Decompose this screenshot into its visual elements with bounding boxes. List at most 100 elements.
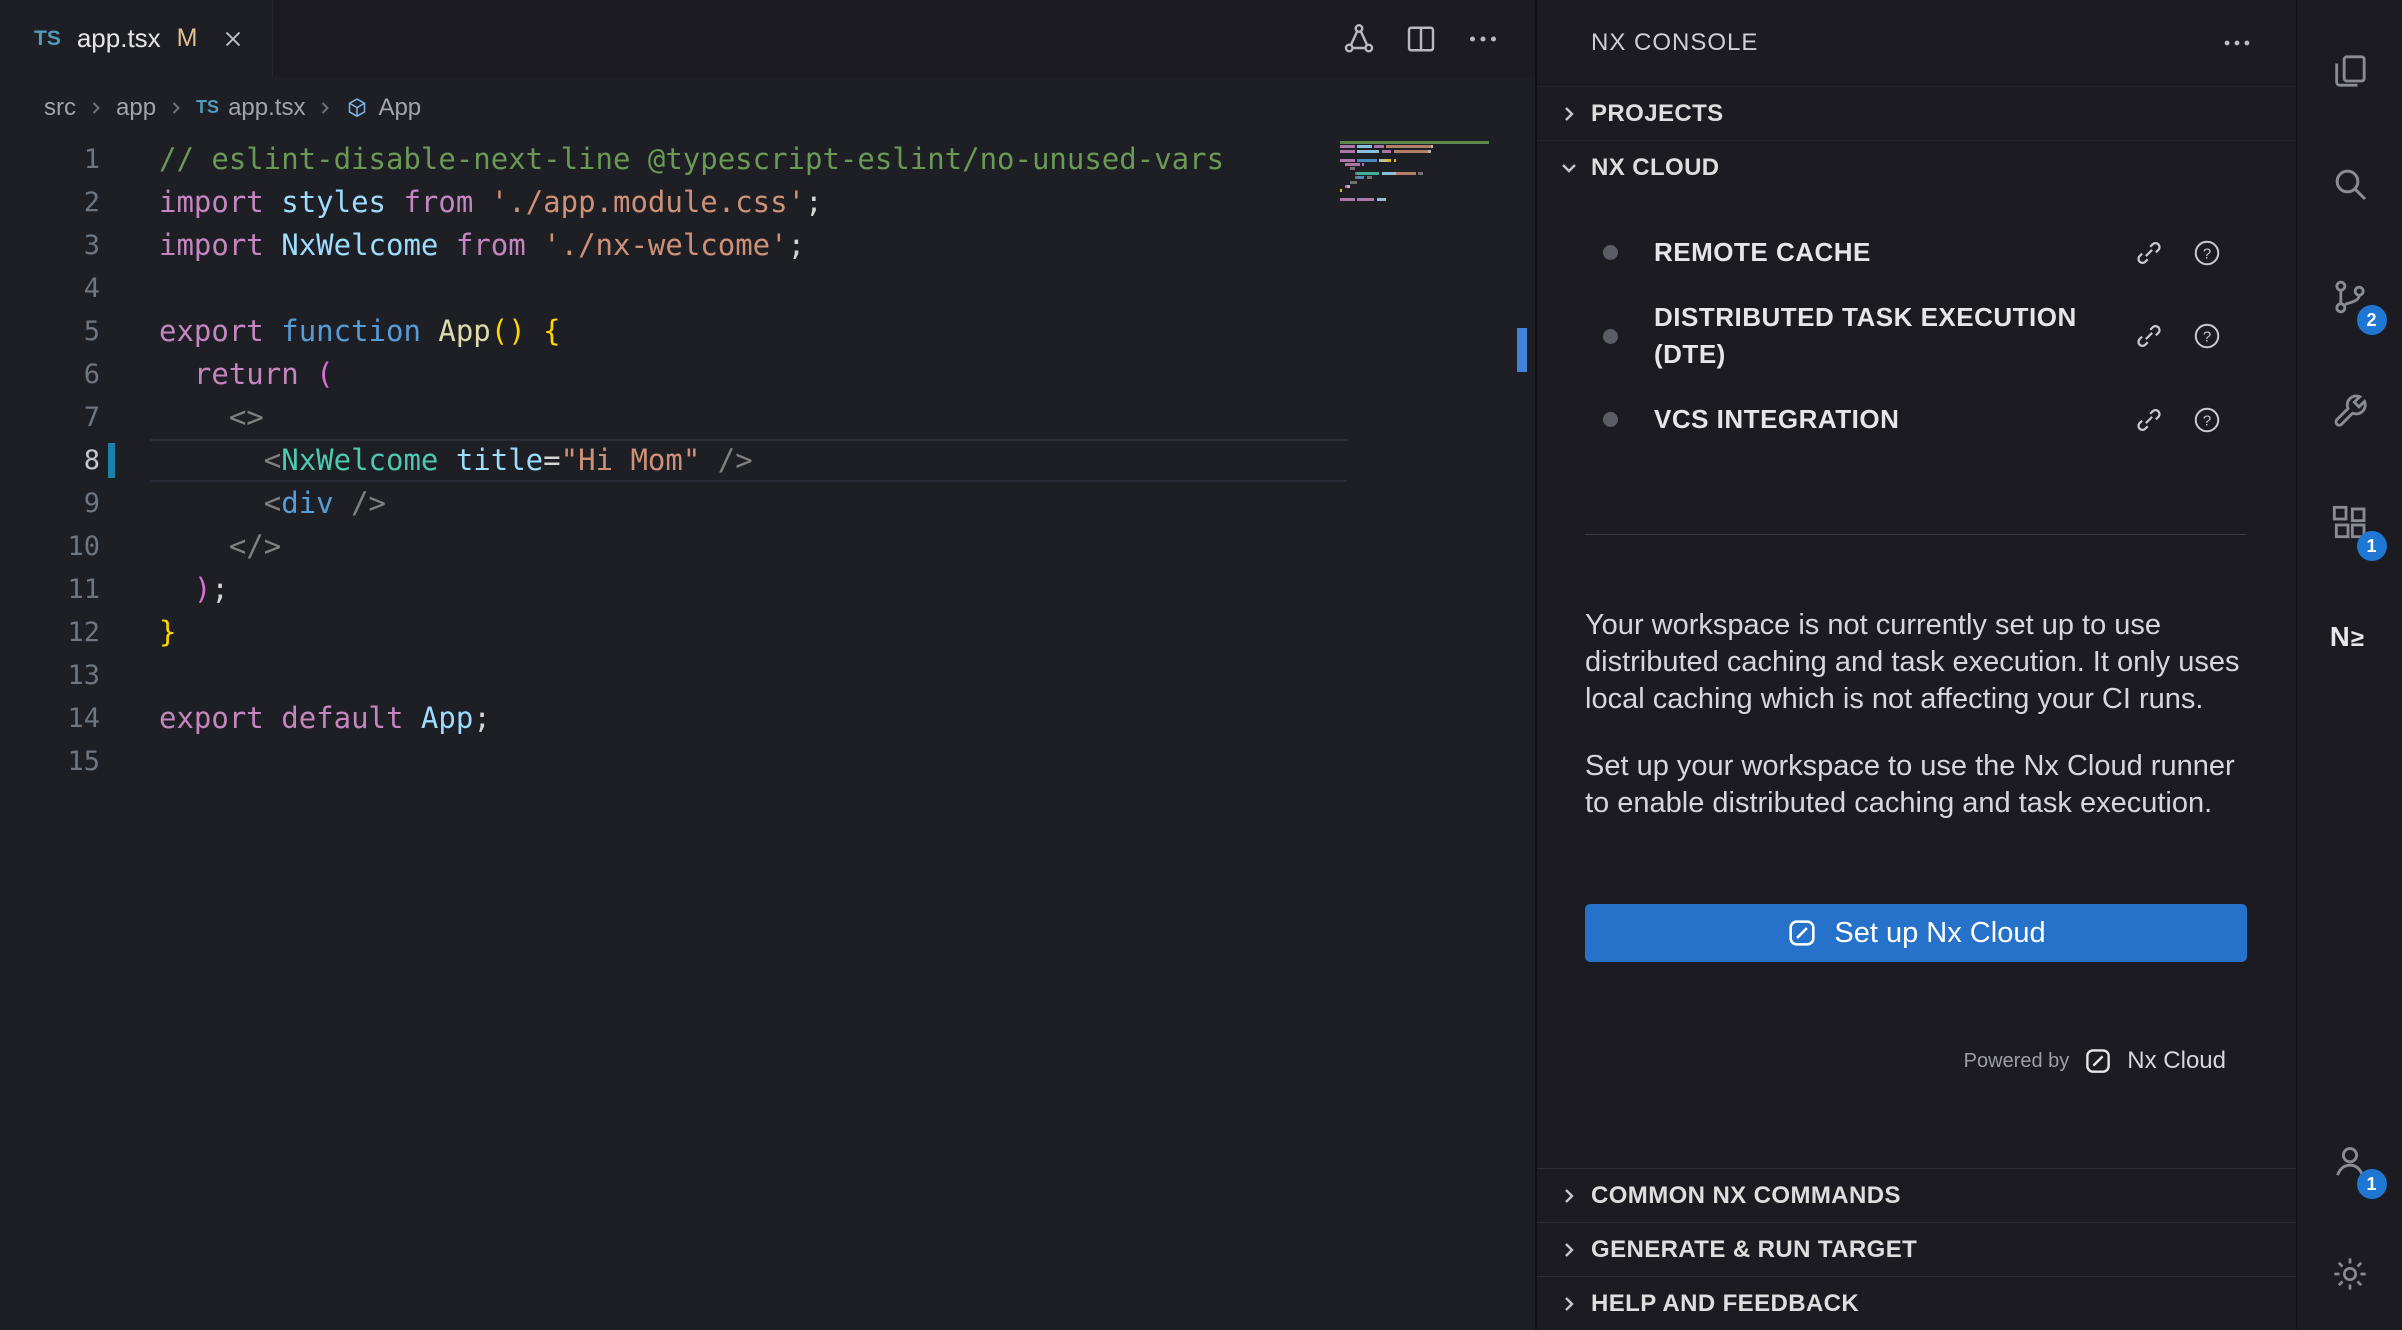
code-line[interactable]: 11 );: [0, 568, 1535, 611]
bullet-icon: [1603, 245, 1618, 260]
editor-tab-bar: TS app.tsx M: [0, 0, 1535, 77]
svg-text:?: ?: [2203, 412, 2211, 429]
breadcrumb-file[interactable]: TS app.tsx: [196, 94, 305, 122]
nx-graph-icon[interactable]: [1341, 21, 1377, 57]
line-number[interactable]: 8: [0, 439, 100, 482]
files-activity-item[interactable]: [2297, 14, 2402, 127]
chevron-right-icon: [86, 98, 106, 118]
breadcrumb-app[interactable]: app: [116, 94, 156, 122]
line-number[interactable]: 12: [0, 611, 100, 654]
line-number[interactable]: 9: [0, 482, 100, 525]
activity-bar-top: 2 1 N≥: [2297, 14, 2402, 692]
feature-label: VCS INTEGRATION: [1654, 401, 2094, 438]
chevron-right-icon: [1557, 1292, 1581, 1316]
code-text: export function App() {: [159, 310, 561, 353]
link-icon[interactable]: [2134, 238, 2164, 268]
breadcrumb-symbol-app[interactable]: App: [345, 94, 421, 122]
breadcrumb-label: app.tsx: [228, 94, 305, 122]
breadcrumb-src[interactable]: src: [44, 94, 76, 122]
code-line[interactable]: 15: [0, 740, 1535, 783]
chevron-down-icon: [1557, 156, 1581, 180]
link-icon[interactable]: [2134, 405, 2164, 435]
nx-console-panel: NX CONSOLE PROJECTS NX CLOUD REMOTE CACH…: [1536, 0, 2296, 1330]
powered-by-row: Powered by Nx Cloud: [1537, 1046, 2296, 1076]
overview-ruler-modified-marker: [1517, 328, 1527, 372]
code-line[interactable]: 13: [0, 654, 1535, 697]
vscode-window: TS app.tsx M src: [0, 0, 2402, 1330]
close-icon[interactable]: [220, 26, 246, 52]
line-number[interactable]: 5: [0, 310, 100, 353]
svg-text:?: ?: [2203, 328, 2211, 345]
nx-cloud-description: Your workspace is not currently set up t…: [1585, 607, 2246, 822]
chevron-right-icon: [166, 98, 186, 118]
setup-nx-cloud-button[interactable]: Set up Nx Cloud: [1585, 904, 2247, 962]
code-line[interactable]: 9 <div />: [0, 482, 1535, 525]
feature-actions: ?: [2134, 321, 2222, 351]
nx-console-icon: N≥: [2328, 614, 2372, 658]
more-actions-icon[interactable]: [2220, 26, 2254, 60]
section-label: GENERATE & RUN TARGET: [1591, 1236, 1917, 1264]
line-number[interactable]: 11: [0, 568, 100, 611]
line-number[interactable]: 3: [0, 224, 100, 267]
split-editor-icon[interactable]: [1403, 21, 1439, 57]
files-icon: [2330, 51, 2370, 91]
section-label: HELP AND FEEDBACK: [1591, 1290, 1859, 1318]
code-line[interactable]: 8 <NxWelcome title="Hi Mom" />: [0, 439, 1535, 482]
line-number[interactable]: 7: [0, 396, 100, 439]
line-number[interactable]: 4: [0, 267, 100, 310]
current-line-highlight: [150, 439, 1347, 482]
tab-app-tsx[interactable]: TS app.tsx M: [0, 0, 273, 77]
badge: 1: [2357, 531, 2387, 561]
section-projects[interactable]: PROJECTS: [1537, 86, 2296, 140]
code-line[interactable]: 14 export default App;: [0, 697, 1535, 740]
search-activity-item[interactable]: [2297, 127, 2402, 240]
code-editor[interactable]: 1 // eslint-disable-next-line @typescrip…: [0, 138, 1535, 1330]
code-text: import styles from './app.module.css';: [159, 181, 823, 224]
line-number[interactable]: 14: [0, 697, 100, 740]
section-generate-run-target[interactable]: GENERATE & RUN TARGET: [1537, 1222, 2296, 1276]
section-common-nx-commands[interactable]: COMMON NX COMMANDS: [1537, 1168, 2296, 1222]
typescript-file-icon: TS: [196, 97, 219, 118]
section-label: COMMON NX COMMANDS: [1591, 1182, 1901, 1210]
code-line[interactable]: 4: [0, 267, 1535, 310]
help-icon[interactable]: ?: [2192, 405, 2222, 435]
nx-cloud-section-body: REMOTE CACHE ? DISTRIBUTED TASK EXECUTIO…: [1537, 194, 2296, 1076]
source-control-activity-item[interactable]: 2: [2297, 240, 2402, 353]
code-text: }: [159, 611, 176, 654]
breadcrumb-label: src: [44, 94, 76, 122]
code-line[interactable]: 6 return (: [0, 353, 1535, 396]
code-line[interactable]: 3 import NxWelcome from './nx-welcome';: [0, 224, 1535, 267]
editor-title-actions: [1341, 0, 1535, 77]
link-icon[interactable]: [2134, 321, 2164, 351]
breadcrumb-label: app: [116, 94, 156, 122]
section-help-and-feedback[interactable]: HELP AND FEEDBACK: [1537, 1276, 2296, 1330]
chevron-right-icon: [1557, 1238, 1581, 1262]
account-activity-item[interactable]: 1: [2297, 1104, 2402, 1217]
code-line[interactable]: 10 </>: [0, 525, 1535, 568]
activity-bar-bottom: 1: [2297, 1104, 2402, 1330]
settings-gear-activity-item[interactable]: [2297, 1217, 2402, 1330]
code-line[interactable]: 5 export function App() {: [0, 310, 1535, 353]
line-number[interactable]: 2: [0, 181, 100, 224]
setup-button-label: Set up Nx Cloud: [1834, 917, 2045, 950]
code-line[interactable]: 2 import styles from './app.module.css';: [0, 181, 1535, 224]
more-actions-icon[interactable]: [1465, 21, 1501, 57]
minimap[interactable]: [1340, 141, 1505, 207]
help-icon[interactable]: ?: [2192, 238, 2222, 268]
tools-activity-item[interactable]: [2297, 353, 2402, 466]
code-line[interactable]: 7 <>: [0, 396, 1535, 439]
line-number[interactable]: 1: [0, 138, 100, 181]
nx-console-activity-item[interactable]: N≥: [2297, 579, 2402, 692]
line-number[interactable]: 10: [0, 525, 100, 568]
nx-cloud-feature-row: DISTRIBUTED TASK EXECUTION (DTE) ?: [1537, 285, 2296, 387]
line-number[interactable]: 13: [0, 654, 100, 697]
section-nx-cloud[interactable]: NX CLOUD: [1537, 140, 2296, 194]
line-number[interactable]: 15: [0, 740, 100, 783]
code-line[interactable]: 1 // eslint-disable-next-line @typescrip…: [0, 138, 1535, 181]
section-label: PROJECTS: [1591, 100, 1724, 128]
line-number[interactable]: 6: [0, 353, 100, 396]
help-icon[interactable]: ?: [2192, 321, 2222, 351]
code-line[interactable]: 12 }: [0, 611, 1535, 654]
svg-text:≥: ≥: [2350, 625, 2363, 652]
extensions-activity-item[interactable]: 1: [2297, 466, 2402, 579]
